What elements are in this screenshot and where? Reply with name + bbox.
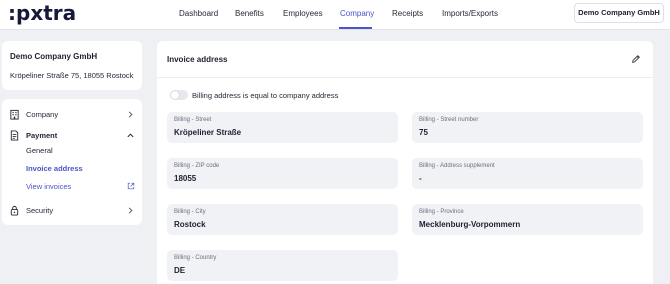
menu-item-company[interactable]: Company — [2, 108, 142, 122]
nav-active-indicator — [339, 27, 372, 29]
pxtra-logo[interactable]: :pxtra — [8, 1, 76, 25]
chevron-right-icon — [128, 111, 133, 118]
field-label: Billing - Street — [174, 117, 212, 123]
field-billing-city: Billing - City Rostock — [167, 204, 398, 235]
menu-item-payment-label: Payment — [26, 131, 58, 140]
settings-menu: Company Payment General Invoice address … — [2, 99, 142, 225]
field-label: Billing - Street number — [419, 117, 479, 123]
menu-item-security[interactable]: Security — [2, 204, 142, 218]
header-divider — [157, 77, 653, 78]
toggle-knob — [171, 91, 179, 99]
menu-item-company-label: Company — [26, 110, 59, 119]
menu-item-payment[interactable]: Payment — [2, 129, 142, 143]
field-billing-street-number: Billing - Street number 75 — [412, 112, 643, 143]
submenu-general[interactable]: General — [26, 146, 53, 155]
submenu-view-invoices[interactable]: View invoices — [26, 182, 71, 191]
field-value: 75 — [419, 128, 428, 137]
lock-icon — [10, 205, 19, 216]
field-value: DE — [174, 266, 186, 275]
nav-imports-exports[interactable]: Imports/Exports — [442, 9, 498, 18]
company-switcher-button[interactable]: Demo Company GmbH — [574, 3, 664, 23]
page-title: Invoice address — [167, 55, 228, 64]
nav-employees[interactable]: Employees — [283, 9, 323, 18]
field-label: Billing - City — [174, 209, 206, 215]
field-label: Billing - Province — [419, 209, 464, 215]
nav-benefits[interactable]: Benefits — [235, 9, 264, 18]
document-icon — [10, 130, 19, 141]
field-billing-province: Billing - Province Mecklenburg-Vorpommer… — [412, 204, 643, 235]
top-navigation-bar: :pxtra Dashboard Benefits Employees Comp… — [0, 0, 670, 30]
nav-dashboard[interactable]: Dashboard — [179, 9, 218, 18]
field-value: Rostock — [174, 220, 206, 229]
logo-text-x: x — [30, 1, 44, 25]
submenu-invoice-address[interactable]: Invoice address — [26, 164, 83, 173]
field-billing-country: Billing - Country DE — [167, 250, 398, 281]
billing-equals-company-toggle[interactable] — [170, 90, 188, 100]
invoice-address-card: Invoice address Billing address is equal… — [157, 41, 653, 284]
chevron-up-icon — [127, 133, 134, 138]
chevron-right-icon — [128, 207, 133, 214]
field-value: Kröpeliner Straße — [174, 128, 242, 137]
external-link-icon[interactable] — [127, 182, 135, 190]
building-icon — [10, 109, 19, 120]
nav-company[interactable]: Company — [340, 9, 374, 18]
logo-text-prefix: :p — [8, 1, 31, 25]
menu-item-security-label: Security — [26, 206, 54, 215]
field-billing-zip-code: Billing - ZIP code 18055 — [167, 158, 398, 189]
field-label: Billing - Address supplement — [419, 163, 495, 169]
company-name: Demo Company GmbH — [10, 52, 98, 61]
field-label: Billing - Country — [174, 255, 217, 261]
pencil-icon[interactable] — [631, 54, 641, 64]
field-value: Mecklenburg-Vorpommern — [419, 220, 521, 229]
field-billing-street: Billing - Street Kröpeliner Straße — [167, 112, 398, 143]
toggle-label: Billing address is equal to company addr… — [192, 91, 339, 100]
field-value: - — [419, 174, 422, 183]
logo-text-suffix: tra — [43, 1, 77, 25]
field-billing-address-supplement: Billing - Address supplement - — [412, 158, 643, 189]
company-info-card: Demo Company GmbH Kröpeliner Straße 75, … — [2, 41, 142, 90]
field-value: 18055 — [174, 174, 197, 183]
company-address: Kröpeliner Straße 75, 18055 Rostock — [10, 71, 134, 80]
nav-receipts[interactable]: Receipts — [392, 9, 423, 18]
field-label: Billing - ZIP code — [174, 163, 220, 169]
